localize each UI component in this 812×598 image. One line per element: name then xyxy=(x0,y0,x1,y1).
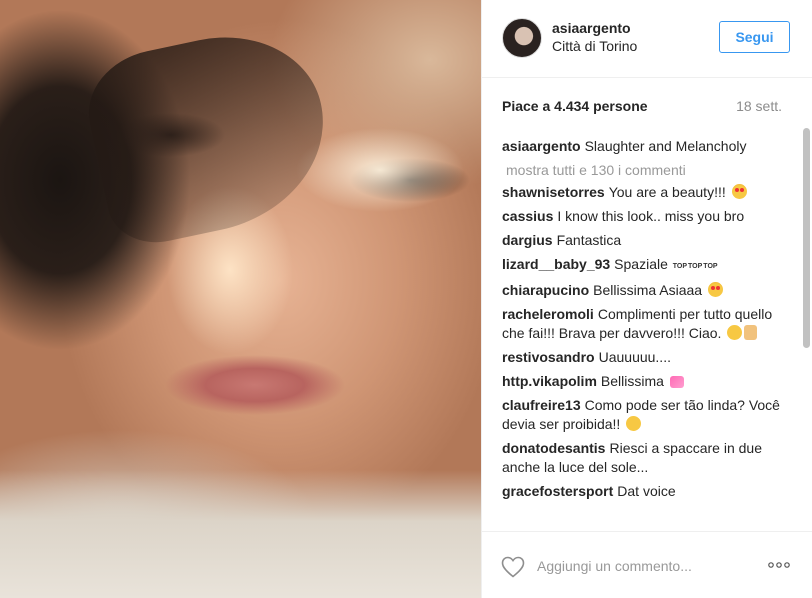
two-hearts-emoji-icon xyxy=(669,376,684,388)
list-item: lizard__baby_93 Spaziale TOPTOPTOP xyxy=(502,255,792,276)
photo-detail xyxy=(0,470,481,598)
scrollbar-thumb[interactable] xyxy=(803,128,810,348)
top-emoji-icon: TOP xyxy=(672,263,688,270)
heart-eyes-emoji-icon xyxy=(707,282,723,297)
comment-text: You are a beauty!!! xyxy=(608,184,726,200)
list-item: restivosandro Uauuuuu.... xyxy=(502,348,792,367)
thumbs-up-emoji-icon xyxy=(744,325,758,340)
list-item: claufreire13 Como pode ser tão linda? Voc… xyxy=(502,396,792,434)
list-item: donatodesantis Riesci a spaccare in due a… xyxy=(502,439,792,477)
comment-text: Dat voice xyxy=(617,483,676,499)
comment-author[interactable]: http.vikapolim xyxy=(502,373,597,389)
username-link[interactable]: asiaargento xyxy=(552,20,631,36)
comment-author[interactable]: cassius xyxy=(502,208,553,224)
comment-text: Slaughter and Melancholy xyxy=(584,138,747,154)
likes-count[interactable]: Piace a 4.434 persone xyxy=(502,98,648,114)
comment-footer: Aggiungi un commento... xyxy=(482,531,812,598)
comment-author[interactable]: racheleromoli xyxy=(502,306,594,322)
comment-text: Uauuuuu.... xyxy=(598,349,671,365)
add-comment-input[interactable]: Aggiungi un commento... xyxy=(537,558,692,574)
comment-author[interactable]: claufreire13 xyxy=(502,397,581,413)
list-item: dargius Fantastica xyxy=(502,231,792,250)
comment-list[interactable]: asiaargento Slaughter and Melancholy most… xyxy=(502,126,792,531)
list-item: chiarapucino Bellissima Asiaaa xyxy=(502,281,792,300)
post-header: asiaargento Città di Torino Segui xyxy=(482,0,812,78)
top-emoji-icon: TOP xyxy=(688,263,703,270)
comment-author[interactable]: donatodesantis xyxy=(502,440,605,456)
comment-author[interactable]: shawnisetorres xyxy=(502,184,605,200)
post-age[interactable]: 18 sett. xyxy=(736,98,782,114)
follow-button[interactable]: Segui xyxy=(719,21,790,53)
top-emoji-icon: TOP xyxy=(703,263,718,270)
list-item: racheleromoli Complimenti per tutto quell… xyxy=(502,305,792,343)
comments-scrollbar[interactable] xyxy=(803,126,810,531)
comment-text: Spaziale xyxy=(614,256,668,272)
view-all-comments-link[interactable]: mostra tutti e 130 i commenti xyxy=(506,162,792,178)
post-photo[interactable] xyxy=(0,0,481,598)
heart-eyes-emoji-icon xyxy=(731,184,747,199)
list-item: http.vikapolim Bellissima xyxy=(502,372,792,391)
comment-author[interactable]: lizard__baby_93 xyxy=(502,256,610,272)
comment-author[interactable]: chiarapucino xyxy=(502,282,589,298)
comment-text: Fantastica xyxy=(556,232,622,248)
list-item: shawnisetorres You are a beauty!!! xyxy=(502,183,792,202)
avatar[interactable] xyxy=(502,18,542,58)
comment-author[interactable]: asiaargento xyxy=(502,138,581,154)
photo-detail xyxy=(77,18,343,252)
comment-text: Bellissima Asiaaa xyxy=(593,282,703,298)
heart-icon[interactable] xyxy=(501,556,525,578)
smirk-emoji-icon xyxy=(727,325,743,340)
location-link[interactable]: Città di Torino xyxy=(552,38,637,54)
comment-text: Bellissima xyxy=(600,373,664,389)
comment-author[interactable]: gracefostersport xyxy=(502,483,613,499)
comment-text: I know this look.. miss you bro xyxy=(557,208,745,224)
post-panel: asiaargento Città di Torino Segui Piace … xyxy=(481,0,812,598)
more-icon[interactable] xyxy=(767,559,791,571)
list-item: cassius I know this look.. miss you bro xyxy=(502,207,792,226)
comment-author[interactable]: dargius xyxy=(502,232,553,248)
caption: asiaargento Slaughter and Melancholy xyxy=(502,137,792,156)
comment-author[interactable]: restivosandro xyxy=(502,349,595,365)
grin-emoji-icon xyxy=(626,416,642,431)
list-item: gracefostersport Dat voice xyxy=(502,482,792,501)
